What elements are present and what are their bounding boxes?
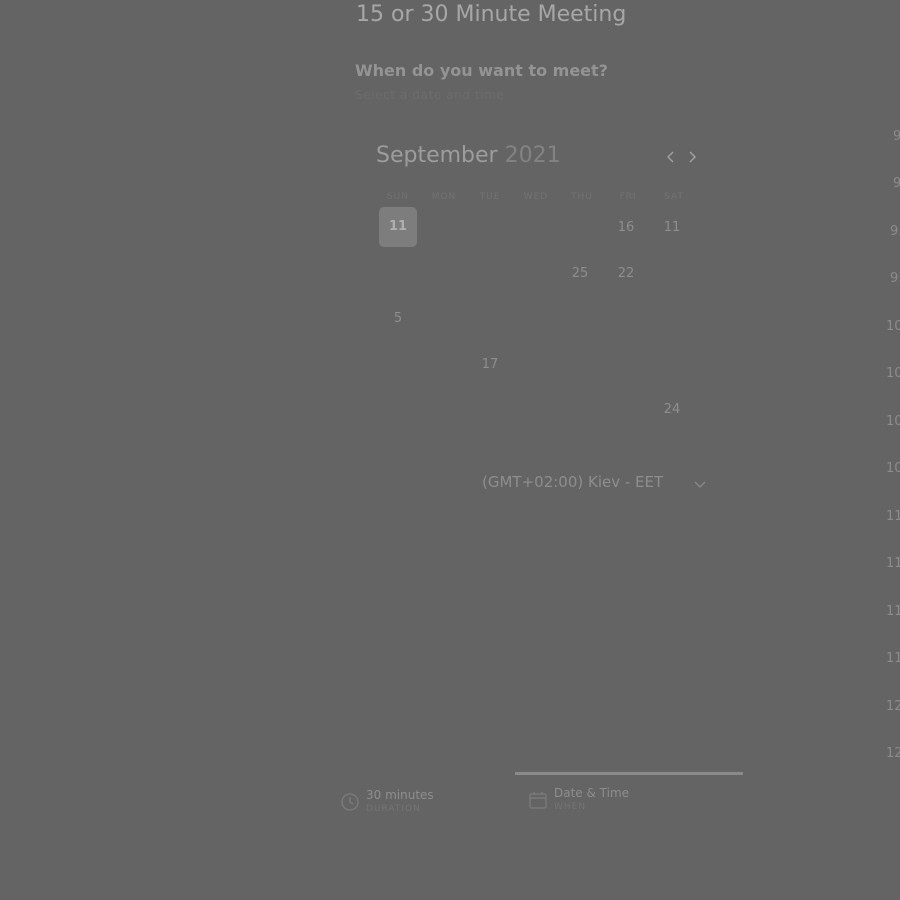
time-slot[interactable]: 10 [886,461,900,476]
time-slot[interactable]: 11 [886,556,900,571]
weekday-label: FRI [619,192,637,202]
weekday-label: THU [571,192,593,202]
step-duration-subtitle: DURATION [366,804,421,814]
time-slot[interactable]: 11 [886,651,900,666]
time-slot[interactable]: 9 [893,176,900,191]
calendar-year: 2021 [504,143,561,168]
step-duration-title: 30 minutes [366,788,434,802]
calendar-icon [529,792,547,809]
weekday-label: SAT [664,192,684,202]
meeting-title: 15 or 30 Minute Meeting [356,2,627,27]
calendar-day[interactable]: 25 [561,254,599,294]
time-slot[interactable]: 12 [886,699,900,714]
step-progress-indicator [515,772,743,775]
time-slot[interactable]: 9: [890,224,900,239]
chevron-down-icon [694,481,706,488]
booking-steps: 30 minutes DURATION Date & Time WHEN [330,772,750,832]
step-date-time-title: Date & Time [554,786,630,800]
calendar-month: September [376,143,498,168]
prompt-subtitle: Select a date and time [355,88,505,102]
calendar-day[interactable]: 22 [607,254,645,294]
calendar-day[interactable]: 24 [653,390,691,430]
calendar-month-label: September 2021 [376,143,561,168]
time-slot[interactable]: 10 [886,366,900,381]
clock-icon [341,793,359,811]
calendar-day[interactable]: 16 [607,208,645,248]
time-slot[interactable]: 11 [886,604,900,619]
chevron-right-icon [689,151,696,163]
weekday-label: SUN [386,192,410,202]
prompt-question: When do you want to meet? [355,61,608,80]
timezone-select[interactable]: (GMT+02:00) Kiev - EET [470,470,715,498]
weekday-header: SUN MON TUE WED THU FRI SAT [375,192,695,206]
weekday-label: TUE [479,192,501,202]
weekday-label: WED [523,192,549,202]
step-date-time-subtitle: WHEN [554,802,587,812]
timezone-value: (GMT+02:00) Kiev - EET [482,473,664,491]
weekday-label: MON [431,192,457,202]
prev-month-button[interactable] [661,147,681,167]
booking-page: 15 or 30 Minute Meeting When do you want… [0,0,900,900]
calendar-day-selected[interactable]: 11 [379,207,417,247]
next-month-button[interactable] [682,147,702,167]
chevron-left-icon [667,151,674,163]
calendar-day[interactable]: 5 [379,299,417,339]
time-slot[interactable]: 9: [890,271,900,286]
calendar-day[interactable]: 11 [653,208,691,248]
time-slot[interactable]: 9 [893,129,900,144]
time-slot[interactable]: 10 [886,319,900,334]
calendar-day[interactable]: 17 [471,345,509,385]
time-slot[interactable]: 10 [886,414,900,429]
time-slot[interactable]: 12 [886,746,900,761]
time-slot[interactable]: 11 [886,509,900,524]
